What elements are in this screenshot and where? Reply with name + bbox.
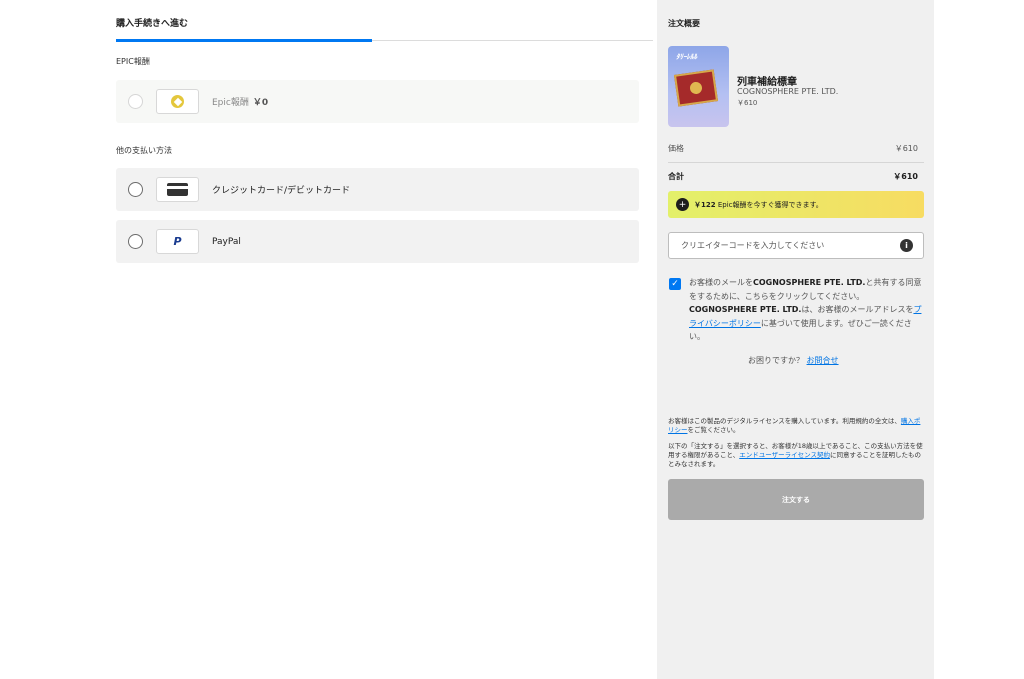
total-row: 合計 ￥610 (668, 171, 924, 182)
product-name: 列車補給標章 (737, 77, 797, 88)
credit-card-option[interactable]: クレジットカード/デビットカード (116, 168, 639, 211)
age-eula-notice: 以下の「注文する」を選択すると、お客様が18歳以上であること、この支払い方法を使… (668, 442, 924, 469)
help-line: お困りですか？ お問合せ (748, 355, 839, 366)
epic-rewards-section-label: EPIC報酬 (116, 57, 150, 66)
creator-code-input[interactable]: クリエイターコードを入力してください i (668, 232, 924, 259)
step-progress-indicator (116, 39, 372, 42)
epic-rewards-label-text: Epic報酬 (212, 98, 249, 108)
paypal-icon: P (173, 235, 182, 248)
credit-card-logo-box (156, 177, 199, 202)
contact-us-link[interactable]: お問合せ (807, 356, 839, 365)
epic-rewards-logo-box (156, 89, 199, 114)
consent-text-1: お客様のメールを (689, 278, 753, 287)
order-summary-title: 注文概要 (668, 19, 700, 28)
product-thumbnail-banner: ﾀﾘｰﾚﾙﾙ (676, 53, 697, 61)
paypal-label: PayPal (212, 236, 241, 247)
epic-rewards-amount: ￥0 (252, 98, 269, 108)
reward-message: Epic報酬を今すぐ獲得できます。 (715, 200, 823, 209)
eula-link[interactable]: エンドユーザーライセンス契約 (739, 451, 830, 459)
plus-circle-icon: + (676, 198, 689, 211)
license-notice-text-2: をご覧ください。 (687, 426, 740, 434)
epic-reward-coin-icon (171, 95, 184, 108)
epic-rewards-label: Epic報酬 ￥0 (212, 95, 268, 108)
price-value: ￥610 (894, 144, 918, 153)
price-label: 価格 (668, 144, 684, 153)
price-row: 価格 ￥610 (668, 143, 924, 154)
credit-card-icon (167, 183, 188, 196)
reward-text: ￥122 Epic報酬を今すぐ獲得できます。 (694, 200, 823, 210)
product-publisher: COGNOSPHERE PTE. LTD. (737, 87, 839, 96)
epic-rewards-option: Epic報酬 ￥0 (116, 80, 639, 123)
credit-card-label: クレジットカード/デビットカード (212, 186, 351, 196)
credit-card-radio[interactable] (128, 182, 143, 197)
help-text: お困りですか？ (748, 356, 804, 365)
paypal-logo-box: P (156, 229, 199, 254)
step-title: 購入手続きへ進む (116, 19, 189, 29)
total-label: 合計 (668, 172, 684, 181)
paypal-radio[interactable] (128, 234, 143, 249)
train-badge-icon (673, 69, 719, 107)
reward-amount: ￥122 (694, 200, 716, 209)
checkout-page: 購入手続きへ進む EPIC報酬 Epic報酬 ￥0 他の支払い方法 クレジットカ… (0, 0, 1024, 679)
product-price: ￥610 (737, 99, 758, 107)
license-notice: お客様はこの製品のデジタルライセンスを購入しています。利用規約の全文は、購入ポリ… (668, 417, 924, 435)
product-thumbnail: ﾀﾘｰﾚﾙﾙ (668, 46, 729, 127)
creator-code-placeholder: クリエイターコードを入力してください (681, 241, 825, 250)
total-value: ￥610 (893, 172, 918, 181)
paypal-option[interactable]: P PayPal (116, 220, 639, 263)
info-icon[interactable]: i (900, 239, 913, 252)
share-email-consent-text: お客様のメールをCOGNOSPHERE PTE. LTD.と共有する同意をするた… (689, 276, 924, 344)
consent-text-3: は、お客様のメールアドレスを (801, 305, 914, 314)
order-summary-panel: 注文概要 ﾀﾘｰﾚﾙﾙ 列車補給標章 COGNOSPHERE PTE. LTD.… (657, 0, 934, 679)
other-methods-section-label: 他の支払い方法 (116, 146, 172, 155)
epic-rewards-radio (128, 94, 143, 109)
consent-company-2: COGNOSPHERE PTE. LTD. (689, 305, 802, 314)
place-order-button[interactable]: 注文する (668, 479, 924, 520)
license-notice-text-1: お客様はこの製品のデジタルライセンスを購入しています。利用規約の全文は、 (668, 417, 901, 425)
consent-company-1: COGNOSPHERE PTE. LTD. (753, 278, 866, 287)
summary-divider (668, 162, 924, 163)
epic-reward-banner: + ￥122 Epic報酬を今すぐ獲得できます。 (668, 191, 924, 218)
share-email-checkbox[interactable]: ✓ (669, 278, 681, 290)
